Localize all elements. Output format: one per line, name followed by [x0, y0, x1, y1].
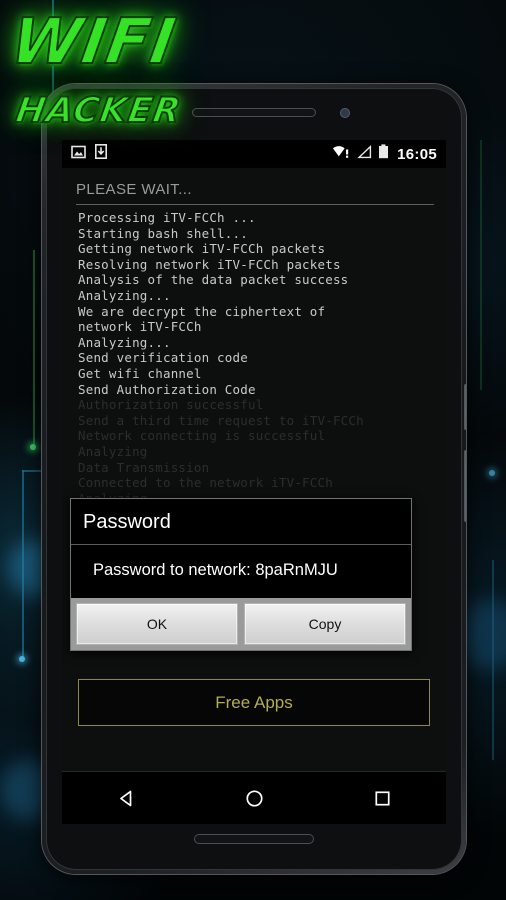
circuit-node [19, 656, 25, 662]
back-icon[interactable] [98, 772, 154, 824]
signal-icon [357, 144, 372, 164]
dialog-title: Password [83, 511, 171, 533]
wifi-alert-icon [332, 144, 351, 164]
terminal-line: Starting bash shell... [78, 225, 248, 241]
header-divider [76, 204, 434, 205]
recents-icon[interactable] [354, 772, 410, 824]
circuit-node [489, 470, 495, 476]
terminal-line: Send Authorization Code [78, 381, 256, 397]
terminal-line: network iTV-FCCh [78, 319, 202, 335]
free-apps-button[interactable]: Free Apps [78, 679, 430, 726]
terminal-line: We are decrypt the ciphertext of [78, 303, 326, 319]
navigation-bar [62, 771, 446, 824]
app-content: PLEASE WAIT... Processing iTV-FCCh ... St… [62, 168, 446, 772]
terminal-log: Processing iTV-FCCh ... Starting bash she… [62, 210, 446, 506]
terminal-line: Analysis of the data packet success [78, 272, 349, 288]
circuit-trace [33, 250, 35, 450]
terminal-line: Processing iTV-FCCh ... [78, 210, 256, 225]
terminal-line: Send verification code [78, 350, 248, 366]
terminal-line: Getting network iTV-FCCh packets [78, 241, 326, 257]
terminal-line-dim: Network connecting is successful [78, 428, 326, 444]
earpiece-speaker [192, 108, 316, 117]
terminal-line: Analyzing... [78, 287, 171, 303]
terminal-line: Get wifi channel [78, 365, 202, 381]
terminal-line-dim: Authorization successful [78, 397, 264, 413]
terminal-line-dim: Send a third time request to iTV-FCCh [78, 412, 364, 428]
volume-button[interactable] [464, 450, 466, 522]
terminal-line-dim: Data Transmission [78, 459, 210, 475]
circuit-node [30, 444, 36, 450]
dialog-button-bar: OK Copy [71, 598, 411, 650]
download-icon [95, 144, 107, 164]
front-camera [340, 108, 350, 118]
terminal-line-dim: Connected to the network iTV-FCCh [78, 475, 333, 491]
status-clock: 16:05 [397, 145, 437, 163]
phone-screen: 16:05 PLEASE WAIT... Processing iTV-FCCh… [62, 140, 446, 824]
phone-device: 16:05 PLEASE WAIT... Processing iTV-FCCh… [42, 84, 466, 874]
circuit-trace [480, 140, 482, 390]
copy-button[interactable]: Copy [244, 603, 406, 645]
battery-icon [378, 144, 389, 164]
image-icon [71, 145, 86, 164]
bottom-speaker [194, 834, 314, 844]
status-bar: 16:05 [62, 140, 446, 168]
terminal-line: Analyzing... [78, 334, 171, 350]
power-button[interactable] [464, 384, 466, 430]
terminal-line-dim: Analyzing [78, 443, 148, 459]
home-icon[interactable] [226, 772, 282, 824]
ok-button[interactable]: OK [76, 603, 238, 645]
dialog-message: Password to network: 8paRnMJU [93, 561, 338, 579]
password-dialog: Password Password to network: 8paRnMJU O… [70, 498, 412, 651]
terminal-line: Resolving network iTV-FCCh packets [78, 256, 341, 272]
please-wait-header: PLEASE WAIT... [76, 181, 192, 198]
